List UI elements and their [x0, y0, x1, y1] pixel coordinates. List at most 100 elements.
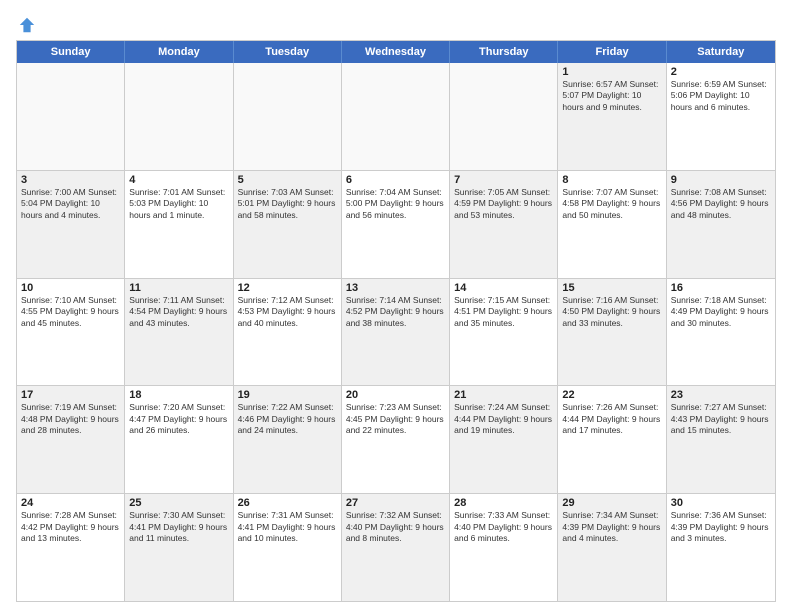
- calendar-cell: [125, 63, 233, 170]
- cell-info: Sunrise: 7:01 AM Sunset: 5:03 PM Dayligh…: [129, 187, 228, 221]
- day-number: 13: [346, 282, 445, 294]
- day-number: 27: [346, 497, 445, 509]
- header: [16, 12, 776, 34]
- calendar-cell: 18Sunrise: 7:20 AM Sunset: 4:47 PM Dayli…: [125, 386, 233, 493]
- calendar-cell: 22Sunrise: 7:26 AM Sunset: 4:44 PM Dayli…: [558, 386, 666, 493]
- day-number: 25: [129, 497, 228, 509]
- cell-info: Sunrise: 7:14 AM Sunset: 4:52 PM Dayligh…: [346, 295, 445, 329]
- calendar-cell: 8Sunrise: 7:07 AM Sunset: 4:58 PM Daylig…: [558, 171, 666, 278]
- cell-info: Sunrise: 7:26 AM Sunset: 4:44 PM Dayligh…: [562, 402, 661, 436]
- calendar-row-1: 3Sunrise: 7:00 AM Sunset: 5:04 PM Daylig…: [17, 171, 775, 279]
- calendar-cell: 5Sunrise: 7:03 AM Sunset: 5:01 PM Daylig…: [234, 171, 342, 278]
- day-number: 16: [671, 282, 771, 294]
- day-number: 26: [238, 497, 337, 509]
- calendar-cell: 17Sunrise: 7:19 AM Sunset: 4:48 PM Dayli…: [17, 386, 125, 493]
- day-number: 23: [671, 389, 771, 401]
- cell-info: Sunrise: 7:30 AM Sunset: 4:41 PM Dayligh…: [129, 510, 228, 544]
- day-number: 8: [562, 174, 661, 186]
- cell-info: Sunrise: 7:32 AM Sunset: 4:40 PM Dayligh…: [346, 510, 445, 544]
- cell-info: Sunrise: 7:16 AM Sunset: 4:50 PM Dayligh…: [562, 295, 661, 329]
- header-day-wednesday: Wednesday: [342, 41, 450, 63]
- cell-info: Sunrise: 7:12 AM Sunset: 4:53 PM Dayligh…: [238, 295, 337, 329]
- day-number: 20: [346, 389, 445, 401]
- calendar-cell: 15Sunrise: 7:16 AM Sunset: 4:50 PM Dayli…: [558, 279, 666, 386]
- day-number: 15: [562, 282, 661, 294]
- cell-info: Sunrise: 7:04 AM Sunset: 5:00 PM Dayligh…: [346, 187, 445, 221]
- cell-info: Sunrise: 7:10 AM Sunset: 4:55 PM Dayligh…: [21, 295, 120, 329]
- header-day-sunday: Sunday: [17, 41, 125, 63]
- day-number: 24: [21, 497, 120, 509]
- calendar: SundayMondayTuesdayWednesdayThursdayFrid…: [16, 40, 776, 602]
- day-number: 9: [671, 174, 771, 186]
- day-number: 11: [129, 282, 228, 294]
- logo: [16, 16, 36, 34]
- cell-info: Sunrise: 7:00 AM Sunset: 5:04 PM Dayligh…: [21, 187, 120, 221]
- logo-icon: [18, 16, 36, 34]
- calendar-cell: 30Sunrise: 7:36 AM Sunset: 4:39 PM Dayli…: [667, 494, 775, 601]
- calendar-cell: 21Sunrise: 7:24 AM Sunset: 4:44 PM Dayli…: [450, 386, 558, 493]
- calendar-cell: 13Sunrise: 7:14 AM Sunset: 4:52 PM Dayli…: [342, 279, 450, 386]
- calendar-row-2: 10Sunrise: 7:10 AM Sunset: 4:55 PM Dayli…: [17, 279, 775, 387]
- cell-info: Sunrise: 7:22 AM Sunset: 4:46 PM Dayligh…: [238, 402, 337, 436]
- calendar-cell: 2Sunrise: 6:59 AM Sunset: 5:06 PM Daylig…: [667, 63, 775, 170]
- calendar-body: 1Sunrise: 6:57 AM Sunset: 5:07 PM Daylig…: [17, 63, 775, 601]
- calendar-cell: 23Sunrise: 7:27 AM Sunset: 4:43 PM Dayli…: [667, 386, 775, 493]
- calendar-cell: 3Sunrise: 7:00 AM Sunset: 5:04 PM Daylig…: [17, 171, 125, 278]
- calendar-cell: 27Sunrise: 7:32 AM Sunset: 4:40 PM Dayli…: [342, 494, 450, 601]
- cell-info: Sunrise: 7:18 AM Sunset: 4:49 PM Dayligh…: [671, 295, 771, 329]
- cell-info: Sunrise: 7:05 AM Sunset: 4:59 PM Dayligh…: [454, 187, 553, 221]
- calendar-cell: 20Sunrise: 7:23 AM Sunset: 4:45 PM Dayli…: [342, 386, 450, 493]
- day-number: 1: [562, 66, 661, 78]
- cell-info: Sunrise: 7:20 AM Sunset: 4:47 PM Dayligh…: [129, 402, 228, 436]
- cell-info: Sunrise: 7:27 AM Sunset: 4:43 PM Dayligh…: [671, 402, 771, 436]
- cell-info: Sunrise: 7:36 AM Sunset: 4:39 PM Dayligh…: [671, 510, 771, 544]
- calendar-cell: 26Sunrise: 7:31 AM Sunset: 4:41 PM Dayli…: [234, 494, 342, 601]
- day-number: 28: [454, 497, 553, 509]
- header-day-saturday: Saturday: [667, 41, 775, 63]
- calendar-cell: [17, 63, 125, 170]
- day-number: 2: [671, 66, 771, 78]
- day-number: 14: [454, 282, 553, 294]
- calendar-cell: 6Sunrise: 7:04 AM Sunset: 5:00 PM Daylig…: [342, 171, 450, 278]
- calendar-cell: 29Sunrise: 7:34 AM Sunset: 4:39 PM Dayli…: [558, 494, 666, 601]
- page: SundayMondayTuesdayWednesdayThursdayFrid…: [0, 0, 792, 612]
- day-number: 6: [346, 174, 445, 186]
- cell-info: Sunrise: 7:08 AM Sunset: 4:56 PM Dayligh…: [671, 187, 771, 221]
- header-day-friday: Friday: [558, 41, 666, 63]
- day-number: 10: [21, 282, 120, 294]
- header-day-tuesday: Tuesday: [234, 41, 342, 63]
- calendar-cell: 25Sunrise: 7:30 AM Sunset: 4:41 PM Dayli…: [125, 494, 233, 601]
- cell-info: Sunrise: 7:33 AM Sunset: 4:40 PM Dayligh…: [454, 510, 553, 544]
- day-number: 3: [21, 174, 120, 186]
- header-day-thursday: Thursday: [450, 41, 558, 63]
- calendar-cell: [234, 63, 342, 170]
- day-number: 12: [238, 282, 337, 294]
- day-number: 30: [671, 497, 771, 509]
- day-number: 5: [238, 174, 337, 186]
- cell-info: Sunrise: 7:31 AM Sunset: 4:41 PM Dayligh…: [238, 510, 337, 544]
- header-day-monday: Monday: [125, 41, 233, 63]
- day-number: 4: [129, 174, 228, 186]
- day-number: 18: [129, 389, 228, 401]
- calendar-cell: 14Sunrise: 7:15 AM Sunset: 4:51 PM Dayli…: [450, 279, 558, 386]
- calendar-row-0: 1Sunrise: 6:57 AM Sunset: 5:07 PM Daylig…: [17, 63, 775, 171]
- calendar-cell: 24Sunrise: 7:28 AM Sunset: 4:42 PM Dayli…: [17, 494, 125, 601]
- cell-info: Sunrise: 7:23 AM Sunset: 4:45 PM Dayligh…: [346, 402, 445, 436]
- calendar-cell: [342, 63, 450, 170]
- calendar-header: SundayMondayTuesdayWednesdayThursdayFrid…: [17, 41, 775, 63]
- day-number: 17: [21, 389, 120, 401]
- calendar-cell: [450, 63, 558, 170]
- cell-info: Sunrise: 7:19 AM Sunset: 4:48 PM Dayligh…: [21, 402, 120, 436]
- day-number: 22: [562, 389, 661, 401]
- day-number: 29: [562, 497, 661, 509]
- cell-info: Sunrise: 7:34 AM Sunset: 4:39 PM Dayligh…: [562, 510, 661, 544]
- day-number: 19: [238, 389, 337, 401]
- cell-info: Sunrise: 7:28 AM Sunset: 4:42 PM Dayligh…: [21, 510, 120, 544]
- calendar-row-4: 24Sunrise: 7:28 AM Sunset: 4:42 PM Dayli…: [17, 494, 775, 601]
- calendar-cell: 10Sunrise: 7:10 AM Sunset: 4:55 PM Dayli…: [17, 279, 125, 386]
- calendar-cell: 9Sunrise: 7:08 AM Sunset: 4:56 PM Daylig…: [667, 171, 775, 278]
- calendar-cell: 12Sunrise: 7:12 AM Sunset: 4:53 PM Dayli…: [234, 279, 342, 386]
- calendar-cell: 16Sunrise: 7:18 AM Sunset: 4:49 PM Dayli…: [667, 279, 775, 386]
- cell-info: Sunrise: 7:07 AM Sunset: 4:58 PM Dayligh…: [562, 187, 661, 221]
- day-number: 7: [454, 174, 553, 186]
